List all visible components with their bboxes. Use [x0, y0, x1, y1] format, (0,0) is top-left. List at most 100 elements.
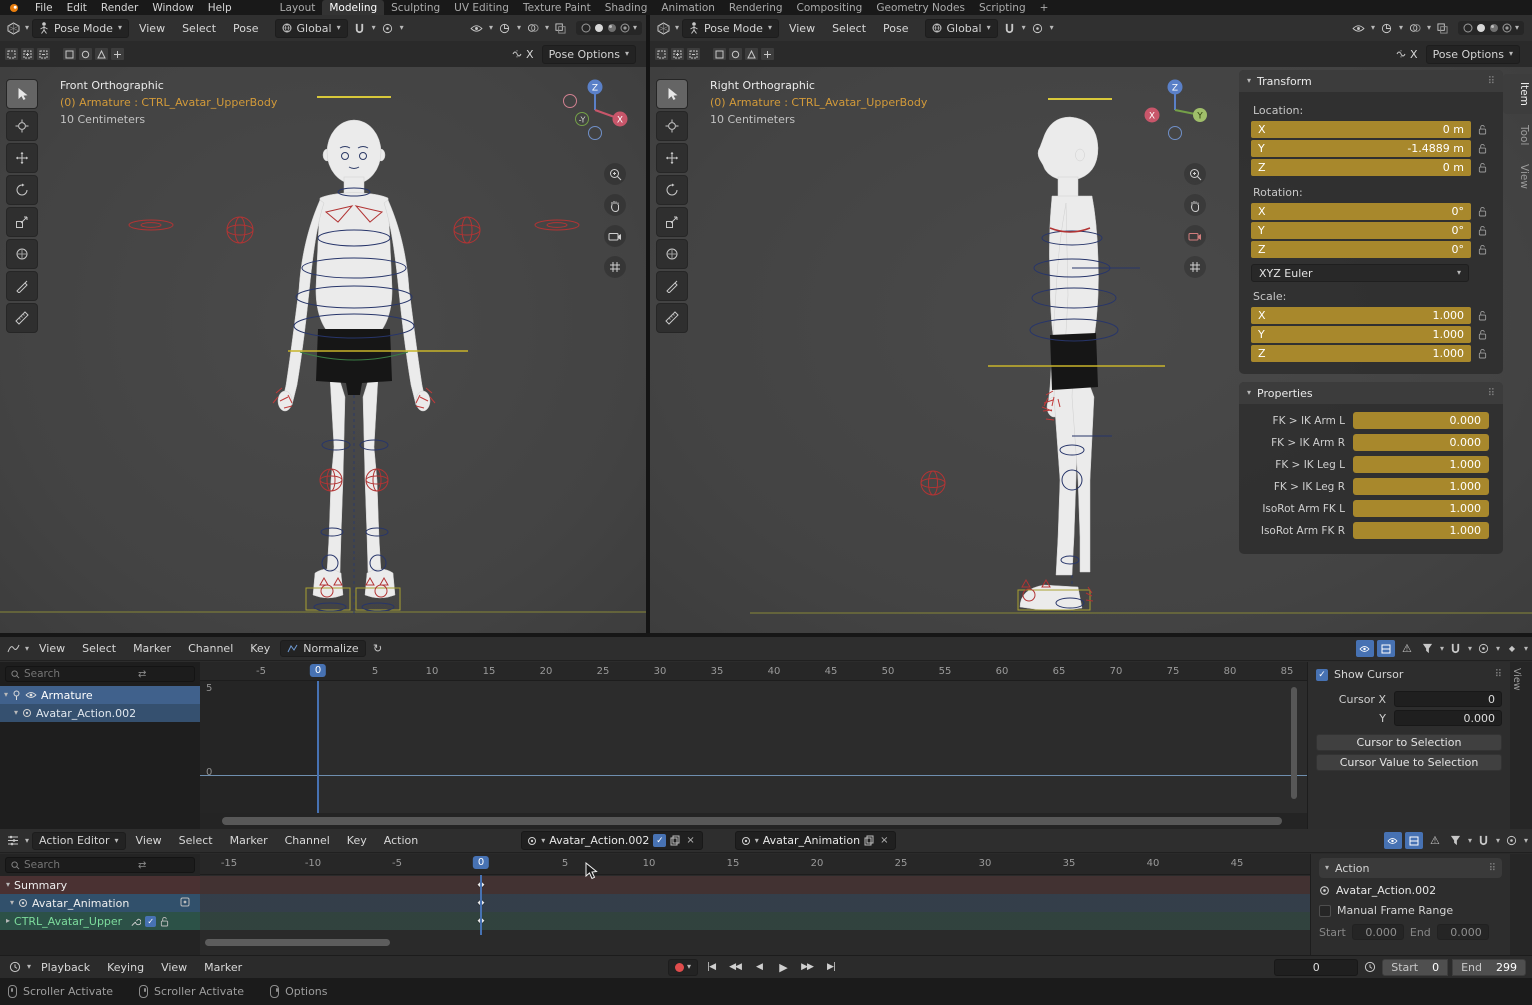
- graph-ruler[interactable]: -5 5 10 15 20 25 30 35 40 45 50 55 60 65…: [200, 662, 1307, 681]
- jump-to-end-button[interactable]: ▶|: [820, 958, 842, 976]
- normalize-toggle[interactable]: Normalize: [280, 640, 365, 657]
- workspace-tab-modeling[interactable]: Modeling: [322, 0, 384, 15]
- menu-file[interactable]: File: [28, 2, 60, 14]
- playhead-line[interactable]: [480, 875, 482, 935]
- editor-type-timeline-icon[interactable]: [6, 959, 24, 976]
- dope-search-box[interactable]: ⇄: [5, 857, 195, 873]
- shading-mode-group[interactable]: ▾: [1458, 21, 1524, 35]
- expand-icon[interactable]: ▾: [4, 691, 8, 699]
- gizmos-chevron-icon[interactable]: ▾: [1399, 24, 1403, 32]
- graph-menu-key[interactable]: Key: [243, 642, 277, 655]
- dope-menu-view[interactable]: View: [129, 834, 169, 847]
- select-tool-option-3-icon[interactable]: [94, 47, 109, 61]
- property-slider[interactable]: 0.000: [1353, 412, 1489, 429]
- grid-ortho-icon[interactable]: [604, 256, 626, 278]
- viewport-left-canvas[interactable]: Front Orthographic (0) Armature : CTRL_A…: [0, 67, 646, 633]
- workspace-tab-sculpting[interactable]: Sculpting: [384, 2, 447, 14]
- key-type-icon[interactable]: ◆: [1503, 640, 1521, 657]
- key-type-chevron-icon[interactable]: ▾: [1524, 645, 1528, 653]
- nav-gizmo-left[interactable]: Z X -Y: [562, 77, 628, 143]
- menu-select-right[interactable]: Select: [825, 22, 873, 35]
- workspace-tab-geometry-nodes[interactable]: Geometry Nodes: [869, 2, 972, 14]
- menu-pose-right[interactable]: Pose: [876, 22, 915, 35]
- channel-enable-checkbox[interactable]: ✓: [145, 916, 156, 927]
- play-button[interactable]: ▶: [772, 958, 794, 976]
- cursor-x-field[interactable]: 0: [1394, 691, 1502, 707]
- lock-icon[interactable]: [1471, 310, 1493, 321]
- pan-hand-icon[interactable]: [604, 194, 626, 216]
- new-action-copy-icon[interactable]: [864, 835, 874, 846]
- action-datablock-2[interactable]: ▾ Avatar_Animation ×: [735, 831, 897, 850]
- panel-grip-icon[interactable]: ⠿: [1488, 76, 1495, 87]
- filter-chevron-icon[interactable]: ▾: [1468, 837, 1472, 845]
- graph-menu-channel[interactable]: Channel: [181, 642, 240, 655]
- show-only-selected-icon[interactable]: [1384, 832, 1402, 849]
- show-errors-icon[interactable]: ⚠: [1426, 832, 1444, 849]
- dope-search-input[interactable]: [24, 859, 134, 871]
- auto-snap-chevron-icon[interactable]: ▾: [1496, 837, 1500, 845]
- snap-magnet-icon[interactable]: [351, 20, 369, 37]
- timeline-menu-view[interactable]: View: [154, 961, 194, 974]
- action-name[interactable]: Avatar_Animation: [763, 834, 860, 847]
- show-hidden-icon[interactable]: [1377, 640, 1395, 657]
- frame-end-field[interactable]: End 299: [1452, 959, 1526, 976]
- camera-view-icon[interactable]: [604, 225, 626, 247]
- x-mirror-label[interactable]: X: [526, 48, 534, 61]
- select-mode-subtract-icon[interactable]: [686, 47, 701, 61]
- x-mirror-icon[interactable]: [1392, 46, 1410, 63]
- graph-menu-select[interactable]: Select: [75, 642, 123, 655]
- channel-avatar-action[interactable]: ▾ Avatar_Action.002: [0, 704, 200, 722]
- pose-options-dropdown-right[interactable]: Pose Options ▾: [1426, 45, 1520, 64]
- graph-search-input[interactable]: [24, 668, 134, 680]
- location-z-field[interactable]: Z0 m: [1251, 159, 1471, 176]
- lock-icon[interactable]: [160, 916, 169, 927]
- transform-orientation-left[interactable]: Global ▾: [275, 19, 348, 38]
- graph-curve-area[interactable]: 5 0: [200, 681, 1307, 813]
- panel-grip-icon[interactable]: ⠿: [1488, 388, 1495, 399]
- grid-ortho-icon[interactable]: [1184, 256, 1206, 278]
- proportional-edit-icon[interactable]: [379, 20, 397, 37]
- overlays-toggle-icon[interactable]: [524, 20, 542, 37]
- property-slider[interactable]: 0.000: [1353, 434, 1489, 451]
- workspace-tab-uv-editing[interactable]: UV Editing: [447, 2, 516, 14]
- timeline-menu-playback[interactable]: Playback: [34, 961, 97, 974]
- current-frame-badge[interactable]: 0: [310, 664, 326, 677]
- editor-type-chevron-icon[interactable]: ▾: [27, 963, 31, 971]
- gizmos-toggle-icon[interactable]: [1378, 20, 1396, 37]
- select-mode-set-icon[interactable]: [654, 47, 669, 61]
- lock-icon[interactable]: [1471, 244, 1493, 255]
- dope-row-ctrl-avatar-upper[interactable]: ▸ CTRL_Avatar_Upper ✓: [0, 912, 1310, 930]
- vertical-scrollbar[interactable]: [1291, 687, 1297, 799]
- editor-type-chevron-icon[interactable]: ▾: [25, 24, 29, 32]
- xray-toggle-icon[interactable]: [1434, 20, 1452, 37]
- add-workspace-button[interactable]: +: [1033, 2, 1056, 14]
- workspace-tab-layout[interactable]: Layout: [273, 2, 323, 14]
- channel-armature[interactable]: ▾ Armature: [0, 686, 200, 704]
- workspace-tab-rendering[interactable]: Rendering: [722, 2, 790, 14]
- scale-y-field[interactable]: Y1.000: [1251, 326, 1471, 343]
- mode-select-left[interactable]: Pose Mode ▾: [32, 19, 129, 38]
- lock-icon[interactable]: [1471, 162, 1493, 173]
- gizmos-chevron-icon[interactable]: ▾: [517, 24, 521, 32]
- location-x-field[interactable]: X0 m: [1251, 121, 1471, 138]
- property-slider[interactable]: 1.000: [1353, 522, 1489, 539]
- editor-type-chevron-icon[interactable]: ▾: [675, 24, 679, 32]
- select-mode-extend-icon[interactable]: [20, 47, 35, 61]
- auto-snap-chevron-icon[interactable]: ▾: [1468, 645, 1472, 653]
- lock-icon[interactable]: [1471, 329, 1493, 340]
- dope-menu-action[interactable]: Action: [377, 834, 425, 847]
- menu-edit[interactable]: Edit: [60, 2, 94, 14]
- browse-chevron-icon[interactable]: ▾: [755, 837, 759, 845]
- pan-hand-icon[interactable]: [1184, 194, 1206, 216]
- nav-gizmo-right[interactable]: Z X Y: [1142, 77, 1208, 143]
- blender-logo-icon[interactable]: [0, 3, 28, 13]
- sidebar-action-name[interactable]: Avatar_Action.002: [1336, 884, 1436, 897]
- filter-funnel-icon[interactable]: [1419, 640, 1437, 657]
- select-tool-option-4-icon[interactable]: [110, 47, 125, 61]
- zoom-icon[interactable]: [1184, 163, 1206, 185]
- overlays-toggle-icon[interactable]: [1406, 20, 1424, 37]
- timeline-menu-marker[interactable]: Marker: [197, 961, 249, 974]
- range-end-field[interactable]: 0.000: [1437, 924, 1489, 940]
- browse-chevron-icon[interactable]: ▾: [541, 837, 545, 845]
- x-mirror-label[interactable]: X: [1410, 48, 1418, 61]
